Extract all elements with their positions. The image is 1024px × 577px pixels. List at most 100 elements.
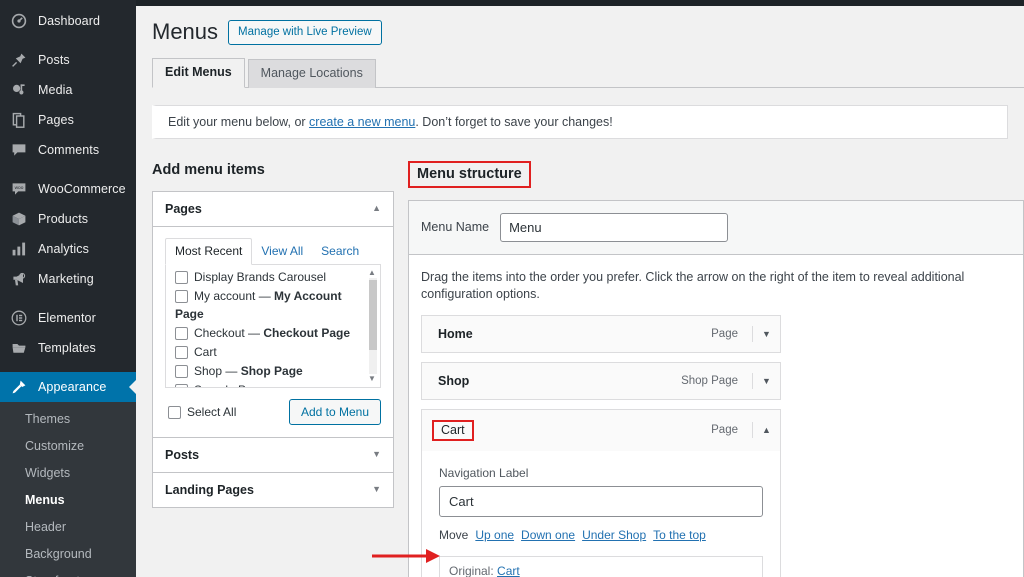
submenu-item-header[interactable]: Header xyxy=(0,514,136,541)
sidebar-item-label: Templates xyxy=(38,341,96,355)
sidebar-item-dashboard[interactable]: Dashboard xyxy=(0,6,136,36)
add-menu-items-column: Add menu items Pages ▲ Most Recent View … xyxy=(152,161,394,577)
sidebar-item-woocommerce[interactable]: woo WooCommerce xyxy=(0,174,136,204)
list-item[interactable]: My account — My Account xyxy=(172,287,364,306)
chevron-down-icon[interactable]: ▼ xyxy=(372,450,381,459)
submenu-item-menus[interactable]: Menus xyxy=(0,487,136,514)
menu-item-type: Page xyxy=(711,327,738,340)
scroll-up-icon[interactable]: ▲ xyxy=(368,268,376,277)
checkbox-icon[interactable] xyxy=(175,383,188,387)
checkbox-icon[interactable] xyxy=(168,406,181,420)
sidebar-item-products[interactable]: Products xyxy=(0,204,136,234)
active-arrow-icon xyxy=(129,379,136,395)
sidebar-item-posts[interactable]: Posts xyxy=(0,45,136,75)
list-item[interactable]: Checkout — Checkout Page xyxy=(172,324,364,343)
sidebar-divider xyxy=(0,294,136,303)
admin-sidebar: Dashboard Posts Media Pages Comments woo… xyxy=(0,0,136,577)
checkbox-icon[interactable] xyxy=(175,326,188,340)
select-all-checkbox-row[interactable]: Select All xyxy=(165,404,237,420)
checkbox-icon[interactable] xyxy=(175,364,188,378)
chevron-up-icon[interactable]: ▲ xyxy=(372,204,381,213)
pages-tab-search[interactable]: Search xyxy=(312,239,368,264)
menu-name-row: Menu Name xyxy=(409,200,1023,255)
submenu-item-themes[interactable]: Themes xyxy=(0,406,136,433)
list-item-label: Sample Page xyxy=(194,382,266,387)
submenu-item-background[interactable]: Background xyxy=(0,541,136,568)
add-menu-items-heading: Add menu items xyxy=(152,161,265,178)
menu-item-title: Cart xyxy=(432,419,474,441)
checkbox-icon[interactable] xyxy=(175,345,188,359)
pin-icon xyxy=(9,50,29,70)
list-item-label: Checkout — Checkout Page xyxy=(194,325,351,340)
menu-item-cart[interactable]: Cart Page ▲ xyxy=(421,408,781,451)
sidebar-item-media[interactable]: Media xyxy=(0,75,136,105)
sidebar-item-elementor[interactable]: Elementor xyxy=(0,303,136,333)
checkbox-icon[interactable] xyxy=(175,270,188,284)
sidebar-item-appearance[interactable]: Appearance xyxy=(0,372,136,402)
add-to-menu-button[interactable]: Add to Menu xyxy=(288,398,381,425)
menu-item-shop[interactable]: Shop Shop Page ▼ xyxy=(421,361,781,400)
chevron-up-icon[interactable]: ▲ xyxy=(752,422,780,439)
original-link[interactable]: Cart xyxy=(497,564,520,577)
analytics-icon xyxy=(9,239,29,259)
sidebar-item-label: Comments xyxy=(38,143,100,157)
pages-actions-row: Select All Add to Menu xyxy=(165,398,381,425)
pages-tab-view-all[interactable]: View All xyxy=(252,239,312,264)
nav-tabs: Edit Menus Manage Locations xyxy=(152,57,1024,88)
sidebar-item-marketing[interactable]: Marketing xyxy=(0,264,136,294)
list-item[interactable]: Shop — Shop Page xyxy=(172,362,364,381)
menu-name-input[interactable] xyxy=(500,212,729,242)
pages-list[interactable]: Display Brands Carousel My account — My … xyxy=(165,264,381,388)
original-row: Original: Cart xyxy=(439,555,763,577)
pages-icon xyxy=(9,110,29,130)
chevron-down-icon[interactable]: ▼ xyxy=(752,325,780,342)
sidebar-item-pages[interactable]: Pages xyxy=(0,105,136,135)
templates-icon xyxy=(9,338,29,358)
menu-item-type: Shop Page xyxy=(681,374,738,387)
sidebar-item-analytics[interactable]: Analytics xyxy=(0,234,136,264)
create-a-new-menu-link[interactable]: create a new menu xyxy=(309,115,415,129)
tab-manage-locations[interactable]: Manage Locations xyxy=(247,58,376,88)
dashboard-icon xyxy=(9,11,29,31)
manage-with-live-preview-button[interactable]: Manage with Live Preview xyxy=(228,19,382,45)
marketing-icon xyxy=(9,269,29,289)
chevron-down-icon[interactable]: ▼ xyxy=(372,485,381,494)
list-item[interactable]: Sample Page xyxy=(172,381,364,387)
menu-item-title: Home xyxy=(438,326,473,341)
sidebar-item-label: Dashboard xyxy=(38,14,101,28)
appearance-submenu: Themes Customize Widgets Menus Header Ba… xyxy=(0,402,136,577)
pages-list-scrollbar[interactable]: ▲ ▼ xyxy=(367,268,378,384)
list-item-label: Cart xyxy=(194,344,217,359)
move-label: Move xyxy=(439,527,469,542)
svg-text:woo: woo xyxy=(15,186,24,191)
appearance-icon xyxy=(9,377,29,397)
navigation-label-input[interactable] xyxy=(439,485,763,517)
list-item[interactable]: Cart xyxy=(172,343,364,362)
list-item-label: Shop — Shop Page xyxy=(194,363,303,378)
sidebar-item-label: Pages xyxy=(38,113,74,127)
sidebar-item-templates[interactable]: Templates xyxy=(0,333,136,363)
pages-panel-header[interactable]: Pages ▲ xyxy=(153,191,393,227)
landing-pages-panel-header[interactable]: Landing Pages ▼ xyxy=(153,472,393,507)
sidebar-item-comments[interactable]: Comments xyxy=(0,135,136,165)
move-to-the-top-link[interactable]: To the top xyxy=(653,527,706,544)
submenu-item-widgets[interactable]: Widgets xyxy=(0,460,136,487)
list-item[interactable]: Display Brands Carousel xyxy=(172,268,364,287)
select-all-label: Select All xyxy=(187,404,237,419)
original-label: Original: xyxy=(449,563,494,577)
scroll-down-icon[interactable]: ▼ xyxy=(368,374,376,383)
move-under-shop-link[interactable]: Under Shop xyxy=(582,527,646,544)
posts-panel-header[interactable]: Posts ▼ xyxy=(153,437,393,473)
move-up-one-link[interactable]: Up one xyxy=(475,527,514,544)
sidebar-item-label: Marketing xyxy=(38,272,94,286)
scrollbar-thumb[interactable] xyxy=(369,279,377,350)
pages-tab-most-recent[interactable]: Most Recent xyxy=(165,237,253,265)
chevron-down-icon[interactable]: ▼ xyxy=(752,372,780,389)
pages-panel-body: Most Recent View All Search Display Bran… xyxy=(153,227,393,438)
move-down-one-link[interactable]: Down one xyxy=(521,527,575,544)
menu-item-home[interactable]: Home Page ▼ xyxy=(421,314,781,353)
tab-edit-menus[interactable]: Edit Menus xyxy=(152,57,245,88)
submenu-item-customize[interactable]: Customize xyxy=(0,433,136,460)
submenu-item-storefront[interactable]: Storefront xyxy=(0,568,136,577)
checkbox-icon[interactable] xyxy=(175,289,188,303)
